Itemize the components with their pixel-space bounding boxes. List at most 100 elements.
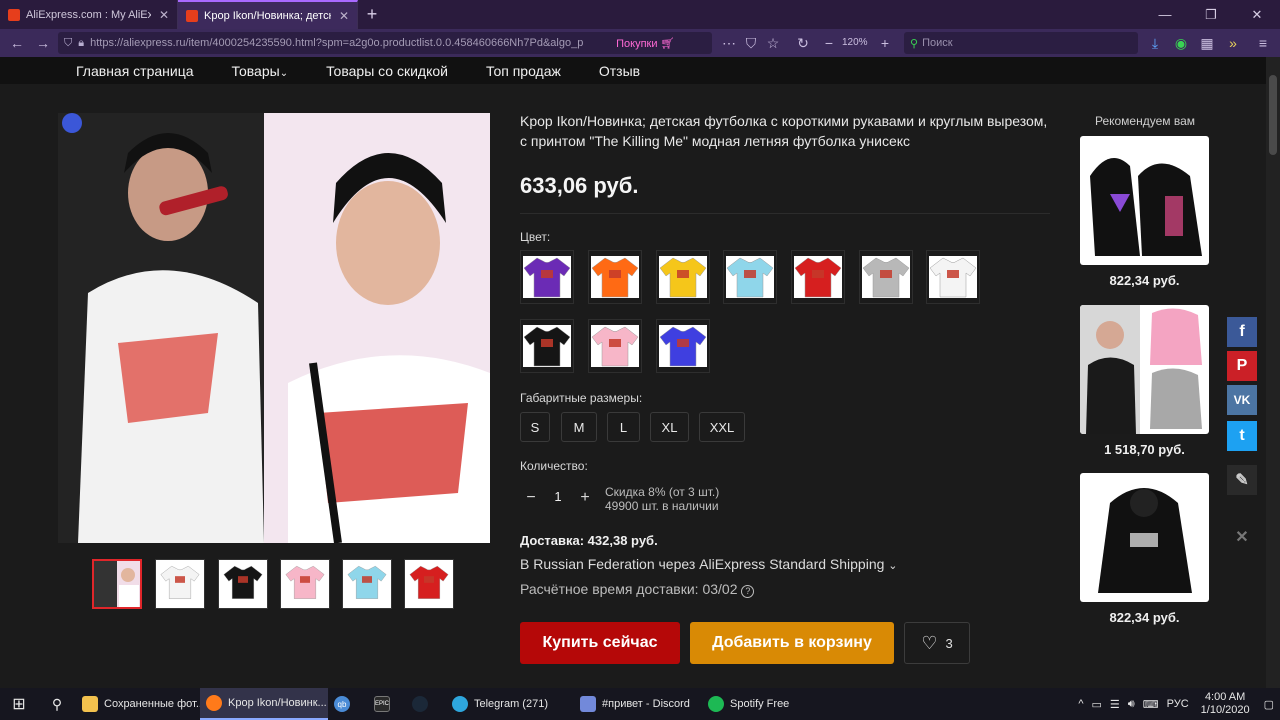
clock[interactable]: 4:00 AM 1/10/2020 (1201, 691, 1250, 717)
thumbnail-1[interactable] (92, 559, 142, 609)
tshirt-icon (347, 564, 387, 605)
recommendation-item-3[interactable] (1080, 473, 1209, 602)
color-swatch-5[interactable] (791, 250, 845, 304)
laptop-icon[interactable]: ▭ (1092, 698, 1102, 711)
vk-share-icon[interactable]: VK (1227, 385, 1257, 415)
network-icon[interactable]: ☰ (1110, 698, 1120, 711)
taskbar-label: #привет - Discord (602, 698, 690, 710)
taskbar-item-spotify[interactable]: Spotify Free (702, 688, 828, 720)
back-icon[interactable]: ← (4, 29, 30, 57)
scrollbar-thumb[interactable] (1269, 75, 1277, 155)
close-icon[interactable]: ✕ (159, 8, 169, 22)
menu-icon[interactable]: ≡ (1250, 29, 1276, 57)
size-xl-button[interactable]: XL (650, 412, 689, 442)
reload-icon[interactable]: ↻ (790, 29, 816, 57)
shop-label[interactable]: Покупки 🛒︎ (616, 37, 674, 50)
thumbnail-white[interactable] (155, 559, 205, 609)
taskbar-item-explorer[interactable]: Сохраненные фот... (76, 688, 205, 720)
zoom-out-icon[interactable]: − (816, 29, 842, 57)
color-swatch-8[interactable] (520, 319, 574, 373)
volume-icon[interactable]: 🔊︎ (1128, 698, 1135, 711)
taskbar-item-telegram[interactable]: Telegram (271) (446, 688, 574, 720)
thumbnail-black[interactable] (218, 559, 268, 609)
taskbar-item-epic[interactable]: EPIC (368, 688, 406, 720)
search-icon[interactable]: ⚲ (38, 688, 76, 720)
tab-aliexpress-my[interactable]: AliExpress.com : My AliExpress ✕ (0, 0, 178, 29)
star-icon[interactable]: ☆ (760, 29, 786, 57)
chevron-up-icon[interactable]: ^ (1078, 698, 1083, 710)
recommendation-item-2[interactable] (1080, 305, 1209, 434)
close-share-icon[interactable]: ✕ (1227, 522, 1257, 552)
color-swatch-1[interactable] (520, 250, 574, 304)
search-box[interactable]: ⚲ (904, 32, 1138, 54)
tab-product[interactable]: Kpop Ikon/Новинка; детская ф ✕ (178, 0, 358, 29)
size-s-button[interactable]: S (520, 412, 550, 442)
nav-top-sales[interactable]: Топ продаж (486, 63, 561, 79)
browser-tab-bar: AliExpress.com : My AliExpress ✕ Kpop Ik… (0, 0, 1280, 29)
notifications-icon[interactable]: ▢ (1264, 698, 1274, 711)
quantity-increase-button[interactable]: + (573, 486, 597, 510)
color-swatch-2[interactable] (588, 250, 642, 304)
delivery-eta: Расчётное время доставки: 03/02 ? (520, 581, 755, 598)
quantity-decrease-button[interactable]: − (519, 486, 543, 510)
close-icon[interactable]: ✕ (339, 9, 349, 23)
minimize-button[interactable]: — (1142, 0, 1188, 29)
color-swatch-6[interactable] (859, 250, 913, 304)
extension-icon[interactable]: ◉ (1168, 29, 1194, 57)
edit-icon[interactable]: ✎ (1227, 465, 1257, 495)
color-swatch-3[interactable] (656, 250, 710, 304)
zoom-level[interactable]: 120% (842, 37, 868, 48)
quantity-value[interactable]: 1 (550, 489, 566, 504)
search-input[interactable] (922, 37, 1123, 49)
product-photo (58, 113, 490, 543)
facebook-share-icon[interactable]: f (1227, 317, 1257, 347)
size-m-button[interactable]: M (561, 412, 597, 442)
size-xxl-button[interactable]: XXL (699, 412, 745, 442)
download-icon[interactable]: ⤓ (1142, 29, 1168, 57)
maximize-button[interactable]: ❐ (1188, 0, 1234, 29)
language-indicator[interactable]: РУС (1167, 698, 1189, 710)
forward-icon[interactable]: → (30, 29, 56, 57)
new-tab-button[interactable]: + (358, 0, 386, 29)
taskbar-item-steam[interactable] (406, 688, 446, 720)
shipping-cost: Доставка: 432,38 руб. (520, 533, 658, 548)
nav-products[interactable]: Товары⌄ (232, 63, 289, 79)
add-to-cart-button[interactable]: Добавить в корзину (690, 622, 894, 664)
thumbnail-pink[interactable] (280, 559, 330, 609)
taskbar-item-firefox[interactable]: Kpop Ikon/Новинк... (200, 688, 328, 720)
pinterest-share-icon[interactable]: P (1227, 351, 1257, 381)
color-label: Цвет: (520, 230, 551, 244)
thumbnail-red[interactable] (404, 559, 454, 609)
library-icon[interactable]: ▦ (1194, 29, 1220, 57)
help-icon[interactable]: ? (741, 585, 755, 598)
color-swatch-4[interactable] (723, 250, 777, 304)
keyboard-icon[interactable]: ⌨ (1143, 698, 1159, 711)
window-close-button[interactable]: ✕ (1234, 0, 1280, 29)
shipping-method[interactable]: В Russian Federation через AliExpress St… (520, 556, 898, 572)
thumbnail-blue[interactable] (342, 559, 392, 609)
recommendation-price: 822,34 руб. (1109, 273, 1180, 288)
wishlist-button[interactable]: ♡ 3 (904, 622, 970, 664)
taskbar-item-discord[interactable]: #привет - Discord (574, 688, 702, 720)
color-swatch-10[interactable] (656, 319, 710, 373)
url-text[interactable]: https://aliexpress.ru/item/4000254235590… (90, 37, 610, 49)
buy-now-button[interactable]: Купить сейчас (520, 622, 680, 664)
twitter-share-icon[interactable]: t (1227, 421, 1257, 451)
color-swatch-7[interactable] (926, 250, 980, 304)
nav-discounts[interactable]: Товары со скидкой (326, 63, 448, 79)
zoom-in-icon[interactable]: + (872, 29, 898, 57)
page-scrollbar[interactable] (1266, 57, 1280, 688)
product-main-image[interactable] (58, 113, 490, 543)
nav-reviews[interactable]: Отзыв (599, 63, 640, 79)
nav-home[interactable]: Главная страница (76, 63, 194, 79)
taskbar-label: Сохраненные фот... (104, 698, 206, 710)
recommendation-item-1[interactable] (1080, 136, 1209, 265)
size-l-button[interactable]: L (607, 412, 640, 442)
spotify-icon (708, 696, 724, 712)
overflow-icon[interactable]: » (1220, 29, 1246, 57)
windows-start-icon[interactable]: ⊞ (0, 688, 38, 720)
url-bar[interactable]: ⛉ 🔒︎ https://aliexpress.ru/item/40002542… (58, 32, 712, 54)
taskbar-item-qbittorrent[interactable]: qb (328, 688, 368, 720)
color-swatch-9[interactable] (588, 319, 642, 373)
tshirt-icon (659, 325, 707, 367)
